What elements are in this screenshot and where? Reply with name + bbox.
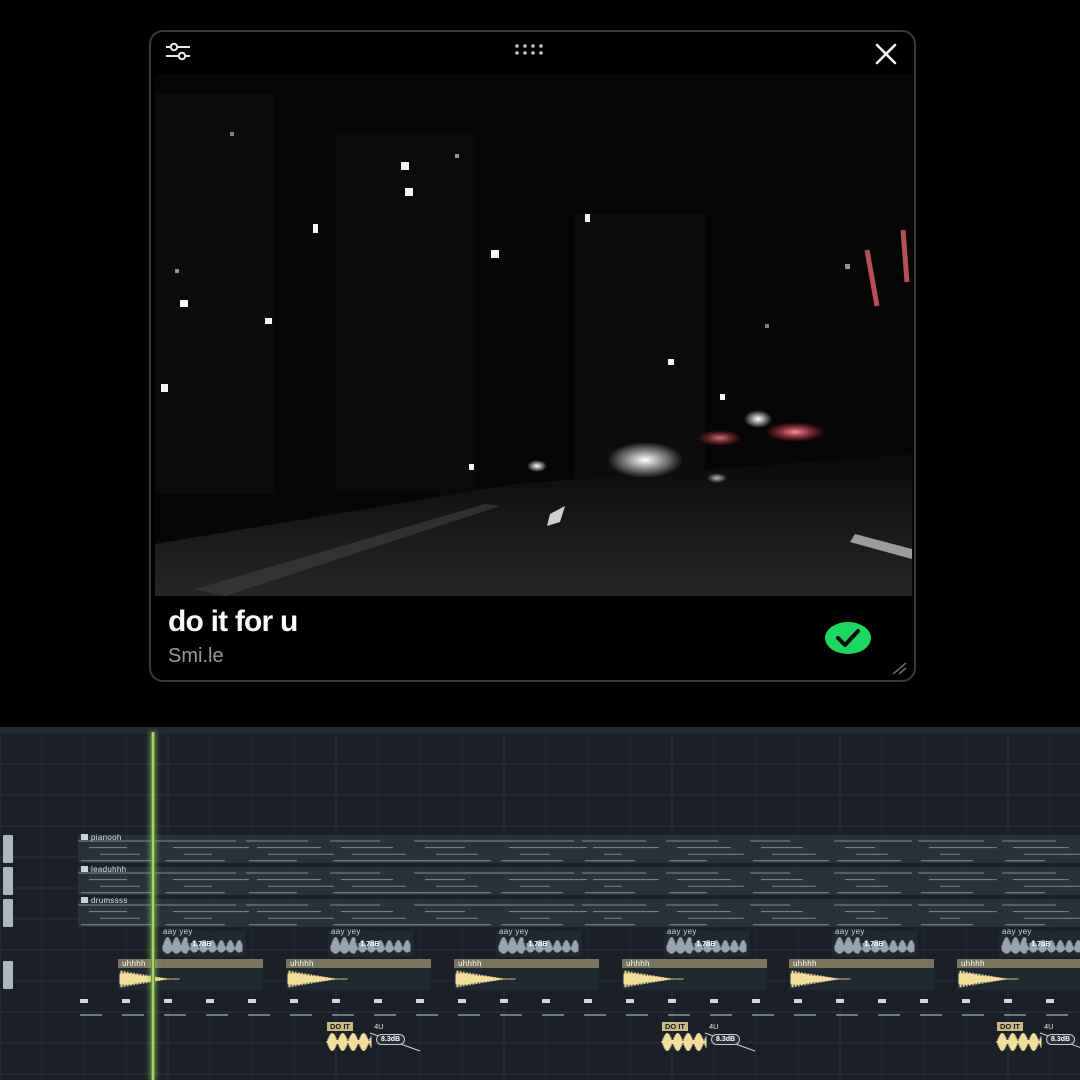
blip-clip — [206, 999, 214, 1003]
vocal-clip-name[interactable]: aay yey — [499, 927, 529, 936]
hook-clip-tag[interactable]: DO IT — [997, 1022, 1023, 1031]
pattern-clip — [78, 867, 1080, 895]
track-handle[interactable] — [3, 835, 13, 863]
uh-clip-name[interactable]: uhhhh — [290, 959, 314, 968]
uh-clip-name[interactable]: uhhhh — [961, 959, 985, 968]
daw-playlist: pianooh leaduhhh drumssss aay yey aay ye… — [0, 727, 1080, 1080]
pattern-clip — [78, 835, 1080, 863]
uh-clip-name[interactable]: uhhhh — [626, 959, 650, 968]
sliders-icon[interactable] — [163, 39, 193, 65]
hook-clip-tag[interactable]: DO IT — [662, 1022, 688, 1031]
hook-clip-sub: 4U — [374, 1022, 384, 1031]
vocal-clip-gain: -1.7dB — [1029, 941, 1051, 948]
playhead[interactable] — [151, 732, 155, 1080]
blip-clip — [668, 999, 676, 1003]
blip-clip — [500, 999, 508, 1003]
blip-clip — [710, 999, 718, 1003]
close-icon[interactable] — [872, 40, 900, 68]
blip-clip — [1004, 999, 1012, 1003]
vocal-clip-name[interactable]: aay yey — [835, 927, 865, 936]
track-label-lead[interactable]: leaduhhh — [81, 865, 126, 874]
track-handle[interactable] — [3, 899, 13, 927]
blip-clip — [920, 999, 928, 1003]
check-circle-icon[interactable] — [823, 620, 873, 656]
blip-clip — [416, 999, 424, 1003]
blip-clip — [836, 999, 844, 1003]
blip-clip — [794, 999, 802, 1003]
blip-clip — [584, 999, 592, 1003]
hook-clip-gain: 8.3dB — [711, 1034, 741, 1045]
blip-clip — [878, 999, 886, 1003]
vocal-clip-name[interactable]: aay yey — [331, 927, 361, 936]
resize-grip-icon[interactable] — [890, 660, 908, 676]
blip-clip — [458, 999, 466, 1003]
vocal-clip-name[interactable]: aay yey — [1002, 927, 1032, 936]
blip-clip — [290, 999, 298, 1003]
blip-clip — [752, 999, 760, 1003]
uh-clip-name[interactable]: uhhhh — [122, 959, 146, 968]
hook-clip-tag[interactable]: DO IT — [327, 1022, 353, 1031]
track-handle[interactable] — [3, 867, 13, 895]
blip-clip — [962, 999, 970, 1003]
drag-handle-icon[interactable] — [511, 42, 551, 58]
blip-clip — [164, 999, 172, 1003]
uh-clip-name[interactable]: uhhhh — [458, 959, 482, 968]
vocal-clip-gain: -1.7dB — [358, 941, 380, 948]
blip-clip — [542, 999, 550, 1003]
blip-clip — [248, 999, 256, 1003]
uh-clip-name[interactable]: uhhhh — [793, 959, 817, 968]
hook-clip-sub: 4U — [709, 1022, 719, 1031]
hook-clip-gain: 8.3dB — [1046, 1034, 1076, 1045]
playlist-grid[interactable] — [0, 733, 1080, 1080]
vocal-clip-name[interactable]: aay yey — [667, 927, 697, 936]
track-title[interactable]: do it for u — [168, 605, 298, 639]
vocal-clip-gain: -1.7dB — [862, 941, 884, 948]
hook-clip-sub: 4U — [1044, 1022, 1054, 1031]
hook-clip-gain: 8.3dB — [376, 1034, 406, 1045]
track-label-drums[interactable]: drumssss — [81, 896, 128, 905]
vocal-clip-gain: -1.7dB — [190, 941, 212, 948]
vocal-clip-name[interactable]: aay yey — [163, 927, 193, 936]
vocal-clip-gain: -1.7dB — [526, 941, 548, 948]
player-top-bar — [151, 32, 914, 72]
album-artwork — [155, 74, 912, 596]
blip-clip — [332, 999, 340, 1003]
music-player-card: do it for u Smi.le — [149, 30, 916, 682]
vocal-clip-gain: -1.7dB — [694, 941, 716, 948]
blip-clip — [1046, 999, 1054, 1003]
blip-clip — [626, 999, 634, 1003]
blip-clip — [122, 999, 130, 1003]
pattern-clip — [78, 899, 1080, 927]
track-label-piano[interactable]: pianooh — [81, 833, 122, 842]
track-artist[interactable]: Smi.le — [168, 645, 224, 668]
track-handle[interactable] — [3, 961, 13, 989]
blip-clip — [374, 999, 382, 1003]
blip-clip — [80, 999, 88, 1003]
